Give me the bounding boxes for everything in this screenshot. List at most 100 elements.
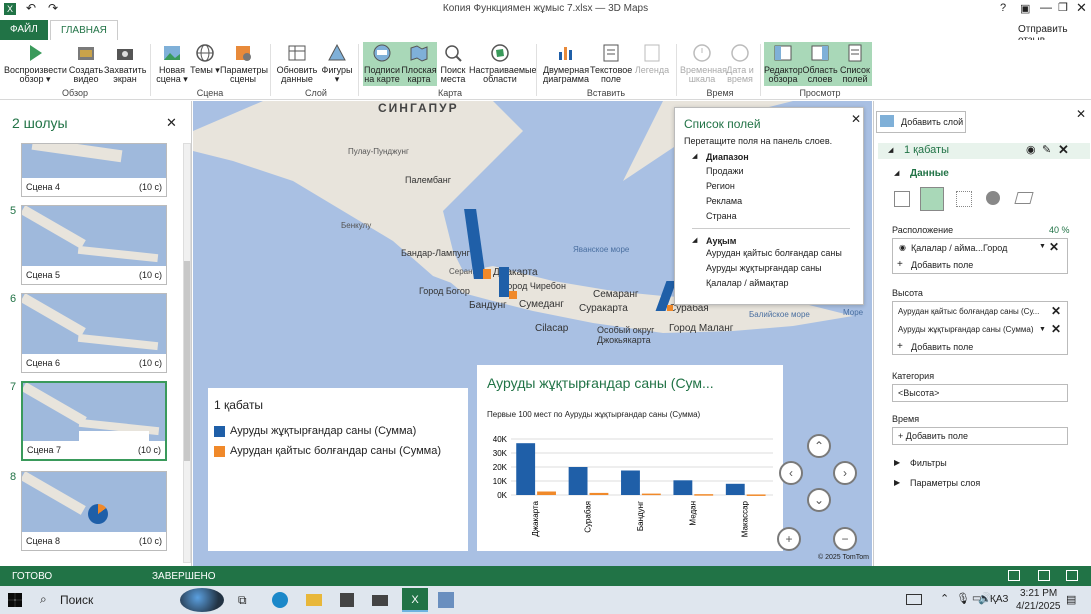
themes-button[interactable]: Темы ▾ — [190, 42, 220, 86]
expand-triangle-icon[interactable]: ▶ — [894, 458, 900, 467]
redo-icon[interactable]: ↷ — [48, 1, 58, 15]
location-type-select[interactable]: Город — [983, 243, 1007, 253]
field-item[interactable]: Продажи — [706, 166, 744, 176]
weather-icon[interactable] — [180, 588, 224, 612]
collapse-triangle-icon[interactable]: ◢ — [692, 236, 697, 244]
tab-home[interactable]: ГЛАВНАЯ — [50, 20, 118, 40]
scene-thumb-7-selected[interactable]: Сцена 7 (10 с) — [21, 381, 167, 461]
remove-field-icon[interactable]: ✕ — [1049, 240, 1059, 254]
layer-options-section[interactable]: Параметры слоя — [910, 478, 980, 488]
layer-header[interactable]: ◢ 1 қабаты ◉ ✎ ✕ — [878, 142, 1090, 159]
collapse-triangle-icon[interactable]: ◢ — [692, 152, 697, 160]
map-column-bandung-deaths[interactable] — [509, 291, 517, 299]
expand-triangle-icon[interactable]: ▶ — [894, 478, 900, 487]
zoom-out-icon[interactable]: − — [833, 527, 857, 551]
taskbar-search[interactable]: Поиск — [60, 593, 93, 607]
screenshot-icon[interactable] — [1008, 570, 1020, 581]
play-tour-button[interactable]: Воспроизвести обзор ▾ — [4, 42, 67, 86]
2d-chart-button[interactable]: Двумерная диаграмма — [542, 42, 590, 86]
maximize-icon[interactable]: ❐ — [1058, 1, 1068, 14]
zoom-in-icon[interactable]: + — [777, 527, 801, 551]
custom-regions-button[interactable]: Настраиваемые области — [469, 42, 537, 86]
layer-pane-button[interactable]: Область слоев — [802, 42, 838, 86]
heat-map-icon[interactable] — [986, 191, 1000, 205]
close-field-list-icon[interactable]: ✕ — [851, 112, 861, 126]
file-explorer-icon[interactable] — [306, 594, 322, 606]
chevron-down-icon[interactable]: ▼ — [1039, 326, 1046, 333]
clustered-column-icon[interactable] — [920, 187, 944, 211]
tilt-down-icon[interactable]: ⌄ — [807, 488, 831, 512]
collapse-triangle-icon[interactable]: ◢ — [894, 169, 899, 177]
scene-options-button[interactable]: Параметры сцены — [220, 42, 268, 86]
undo-icon[interactable]: ↶ — [26, 1, 36, 15]
map-column-jakarta-deaths[interactable] — [483, 269, 491, 279]
chevron-up-icon[interactable]: ⌃ — [940, 592, 949, 605]
close-window-icon[interactable]: ✕ — [1076, 0, 1087, 16]
field-group-scope[interactable]: Ауқым — [706, 236, 736, 246]
remove-field-icon[interactable]: ✕ — [1051, 304, 1061, 318]
clock-time[interactable]: 3:21 PM — [1020, 588, 1057, 599]
task-view-icon[interactable]: ⧉ — [238, 593, 247, 608]
rotate-right-icon[interactable]: › — [833, 461, 857, 485]
field-group-range[interactable]: Диапазон — [706, 152, 749, 162]
close-pane-icon[interactable]: ✕ — [166, 115, 177, 131]
map-column-bandung[interactable] — [499, 267, 509, 297]
scene-thumb-5[interactable]: Сцена 5 (10 с) — [21, 205, 167, 285]
field-item[interactable]: Реклама — [706, 196, 742, 206]
eye-icon[interactable]: ◉ — [1026, 143, 1036, 156]
map-column-surabaya-deaths[interactable] — [667, 305, 673, 311]
chevron-down-icon[interactable]: ▼ — [1039, 243, 1046, 250]
scroll-thumb[interactable] — [184, 261, 190, 461]
scene-thumb-8[interactable]: Сцена 8 (10 с) — [21, 471, 167, 551]
flat-map-button[interactable]: Плоская карта — [401, 42, 437, 86]
excel-taskbar-icon[interactable]: X — [402, 588, 428, 612]
time-field[interactable]: + Добавить поле — [892, 427, 1068, 445]
restore-ribbon-icon[interactable]: ▣ — [1020, 2, 1030, 15]
timeline-button[interactable]: Временная шкала — [680, 42, 727, 86]
clock-date[interactable]: 4/21/2025 — [1016, 601, 1061, 612]
tilt-up-icon[interactable]: ⌃ — [807, 434, 831, 458]
collapse-triangle-icon[interactable]: ◢ — [888, 146, 893, 154]
bubble-icon[interactable] — [956, 191, 972, 207]
legend-button[interactable]: Легенда — [632, 42, 672, 86]
edge-icon[interactable] — [272, 592, 288, 608]
filters-section[interactable]: Фильтры — [910, 458, 947, 468]
minimize-icon[interactable]: — — [1040, 0, 1052, 14]
refresh-data-button[interactable]: Обновить данные — [276, 42, 318, 86]
tour-editor-button[interactable]: Редактор обзора — [764, 42, 803, 86]
field-item[interactable]: Регион — [706, 181, 735, 191]
map-canvas[interactable]: СИНГАПУР Пулау-Пунджунг Палембанг Бенкул… — [193, 101, 872, 566]
field-item[interactable]: Страна — [706, 211, 737, 221]
rotate-left-icon[interactable]: ‹ — [779, 461, 803, 485]
scene-thumb-6[interactable]: Сцена 6 (10 с) — [21, 293, 167, 373]
stacked-column-icon[interactable] — [894, 191, 910, 207]
field-list-button[interactable]: Список полей — [838, 42, 872, 86]
close-layer-pane-icon[interactable]: ✕ — [1076, 107, 1086, 121]
field-item[interactable]: Қалалар / аймақтар — [706, 278, 788, 288]
location-percent[interactable]: 40 % — [1049, 225, 1070, 235]
fullscreen-icon[interactable] — [1038, 570, 1050, 581]
create-video-button[interactable]: Создать видео — [66, 42, 106, 86]
legend-box[interactable]: 1 қабаты Ауруды жұқтырғандар саны (Сумма… — [208, 388, 468, 551]
store-icon[interactable] — [340, 593, 354, 607]
notification-icon[interactable]: ▤ — [1066, 593, 1076, 606]
field-item[interactable]: Ауруды жұқтырғандар саны — [706, 263, 822, 273]
mail-icon[interactable] — [372, 595, 388, 606]
category-field[interactable]: <Высота> — [892, 384, 1068, 402]
edit-pencil-icon[interactable]: ✎ — [1042, 143, 1051, 156]
date-time-button[interactable]: Дата и время — [724, 42, 756, 86]
find-location-button[interactable]: Поиск места — [437, 42, 469, 86]
language-indicator[interactable]: ҚАЗ — [990, 594, 1008, 605]
chart-box[interactable]: Ауруды жұқтырғандар саны (Сум... Первые … — [477, 365, 783, 551]
text-box-button[interactable]: Текстовое поле — [590, 42, 632, 86]
remove-field-icon[interactable]: ✕ — [1051, 322, 1061, 336]
capture-screen-button[interactable]: Захватить экран — [104, 42, 146, 86]
maps-taskbar-icon[interactable] — [438, 592, 454, 608]
map-labels-button[interactable]: Подписи на карте — [363, 42, 401, 86]
expand-icon[interactable] — [1066, 570, 1078, 581]
shapes-button[interactable]: Фигуры ▾ — [320, 42, 354, 86]
field-item[interactable]: Аурудан қайтыс болғандар саны — [706, 248, 842, 258]
windows-start-icon[interactable] — [8, 593, 22, 607]
region-icon[interactable] — [1014, 192, 1034, 204]
add-field-link[interactable]: Добавить поле — [911, 260, 973, 270]
